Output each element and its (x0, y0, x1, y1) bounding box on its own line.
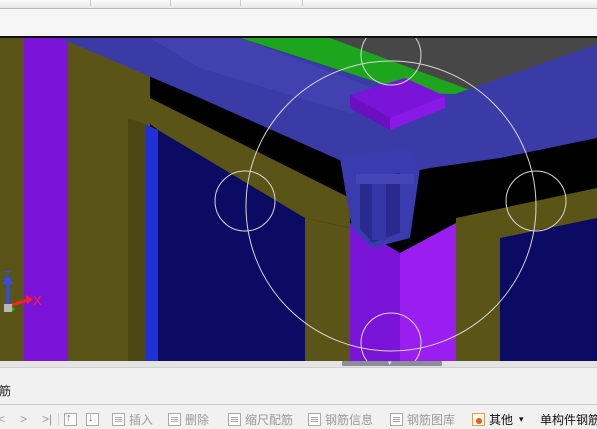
z-axis-label: Z (3, 268, 11, 283)
toolbar-separator (58, 413, 59, 425)
arrow-up-icon (64, 412, 77, 426)
x-axis-label: X (33, 293, 42, 308)
scale-icon (228, 412, 241, 426)
violet-column (24, 38, 68, 362)
other-menu-button[interactable]: 其他 ▾ (472, 411, 524, 427)
other-label: 其他 (489, 412, 514, 427)
delete-label: 删除 (185, 412, 210, 427)
delete-button[interactable]: 删除 (168, 411, 209, 427)
toolbar-button[interactable] (172, 0, 241, 6)
move-up-button[interactable] (64, 411, 81, 427)
blue-edge (145, 124, 158, 362)
rebar-toolbar: < > >| 插入 删除 缩尺配筋 钢筋信息 钢筋图库 其他 ▾ 单构件钢筋 (0, 405, 597, 429)
3d-scene[interactable]: Z X (0, 38, 597, 362)
axis-origin (4, 304, 12, 312)
rebar-info-button[interactable]: 钢筋信息 (308, 411, 373, 427)
insert-button[interactable]: 插入 (112, 411, 153, 427)
panel-title: 筋 (0, 384, 12, 398)
scale-label: 缩尺配筋 (245, 412, 294, 427)
nav-next-button[interactable]: > (20, 411, 27, 427)
olive-column-mid (305, 218, 350, 362)
chevron-down-icon: ▾ (388, 360, 392, 367)
delete-icon (168, 412, 181, 426)
toolbar-button[interactable] (40, 0, 91, 6)
insert-label: 插入 (129, 412, 154, 427)
nav-last-button[interactable]: >| (42, 411, 52, 427)
3d-viewport[interactable]: Z X (0, 36, 597, 364)
dropdown-arrow-icon: ▾ (519, 413, 524, 424)
joint-bar-horizontal (356, 174, 414, 184)
insert-icon (112, 412, 125, 426)
toolbar-spacer (0, 9, 597, 36)
move-down-button[interactable] (86, 411, 103, 427)
info-icon (308, 412, 321, 426)
joint-bar-vertical (372, 178, 386, 240)
rebar-library-button[interactable]: 钢筋图库 (390, 411, 455, 427)
toolbar-button[interactable] (242, 0, 303, 6)
olive-column-left (0, 38, 24, 362)
top-toolbar (0, 0, 597, 9)
other-icon (472, 412, 485, 426)
single-component-rebar-button[interactable]: 单构件钢筋 (540, 411, 597, 427)
library-icon (390, 412, 403, 426)
info-label: 钢筋信息 (325, 412, 374, 427)
splitter-handle[interactable]: ▾ (342, 360, 442, 367)
library-label: 钢筋图库 (407, 412, 456, 427)
nav-first-button[interactable]: < (0, 411, 5, 427)
arrow-down-icon (86, 412, 99, 426)
olive-frame-edge (128, 118, 145, 362)
rebar-panel-header: 筋 (0, 367, 597, 406)
toolbar-button[interactable] (92, 0, 171, 6)
scale-rebar-button[interactable]: 缩尺配筋 (228, 411, 293, 427)
navy-panel-right (500, 218, 597, 362)
